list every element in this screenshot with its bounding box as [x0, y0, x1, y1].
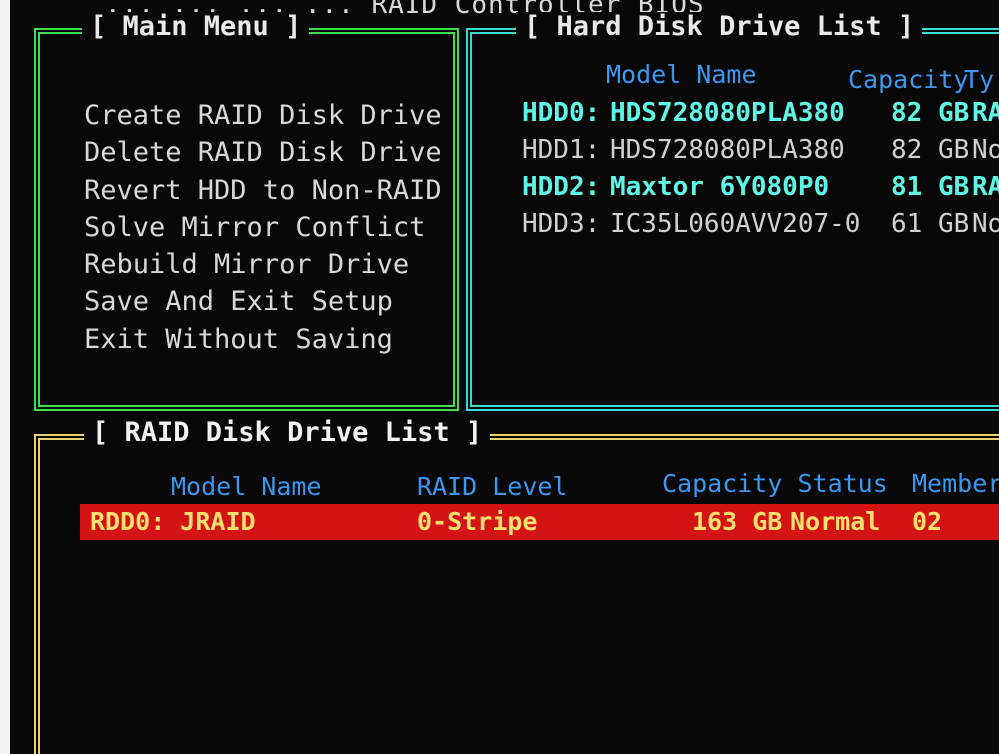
- raid-list-panel: [ RAID Disk Drive List ] Model Name RAID…: [34, 418, 999, 754]
- hdd-type: RA: [972, 172, 999, 202]
- hdd-model: HDS728080PLA380: [610, 135, 845, 165]
- menu-item-create-raid[interactable]: Create RAID Disk Drive: [84, 97, 442, 134]
- hdd-capacity: 82 GB: [891, 135, 970, 165]
- hdd-type: Nor: [972, 135, 999, 165]
- hdd-model: HDS728080PLA380: [610, 98, 845, 128]
- menu-item-delete-raid[interactable]: Delete RAID Disk Drive: [84, 134, 442, 171]
- main-menu-title: [ Main Menu ]: [82, 12, 310, 42]
- raid-capacity: 163 GB: [692, 507, 783, 536]
- hdd-model: IC35L060AVV207-0: [610, 209, 861, 239]
- hdd-list-panel: [ Hard Disk Drive List ] Model Name Capa…: [466, 12, 999, 411]
- hdd-type: Non: [972, 209, 999, 239]
- raid-row-selected[interactable]: RDD0: JRAID 0-Stripe 163 GB Normal 02: [80, 504, 999, 540]
- hdd-type: RA: [972, 98, 999, 128]
- main-menu-list: Create RAID Disk Drive Delete RAID Disk …: [84, 97, 442, 358]
- hdd-list-title: [ Hard Disk Drive List ]: [516, 12, 923, 42]
- bios-screen: ... ... ... ... RAID Controller BIOS [ M…: [10, 0, 999, 754]
- hdd-capacity: 81 GB: [891, 172, 970, 202]
- raid-header-level: RAID Level: [417, 472, 568, 501]
- raid-id-model: RDD0: JRAID: [90, 507, 256, 536]
- raid-header-members: Members: [912, 469, 999, 498]
- raid-level: 0-Stripe: [417, 507, 538, 536]
- menu-item-solve-mirror-conflict[interactable]: Solve Mirror Conflict: [84, 209, 442, 246]
- raid-header-capacity-status: Capacity Status: [662, 469, 888, 498]
- raid-list-title: [ RAID Disk Drive List ]: [84, 418, 491, 448]
- menu-item-rebuild-mirror[interactable]: Rebuild Mirror Drive: [84, 246, 442, 283]
- menu-item-revert-hdd[interactable]: Revert HDD to Non-RAID: [84, 172, 442, 209]
- raid-status: Normal: [790, 507, 881, 536]
- raid-members: 02: [912, 507, 943, 536]
- hdd-id: HDD3:: [522, 209, 601, 239]
- hdd-capacity: 82 GB: [891, 98, 970, 128]
- hdd-header-model: Model Name: [606, 60, 757, 89]
- raid-header-model: Model Name: [171, 472, 322, 501]
- hdd-id: HDD1:: [522, 135, 601, 165]
- hdd-header-type: Ty: [964, 65, 995, 94]
- hdd-id: HDD0:: [522, 98, 601, 128]
- hdd-header-capacity: Capacity: [848, 65, 969, 94]
- main-menu-panel: [ Main Menu ] Create RAID Disk Drive Del…: [34, 12, 459, 411]
- hdd-model: Maxtor 6Y080P0: [610, 172, 830, 202]
- menu-item-exit-without-saving[interactable]: Exit Without Saving: [84, 321, 442, 358]
- hdd-capacity: 61 GB: [891, 209, 970, 239]
- menu-item-save-exit[interactable]: Save And Exit Setup: [84, 283, 442, 320]
- hdd-id: HDD2:: [522, 172, 601, 202]
